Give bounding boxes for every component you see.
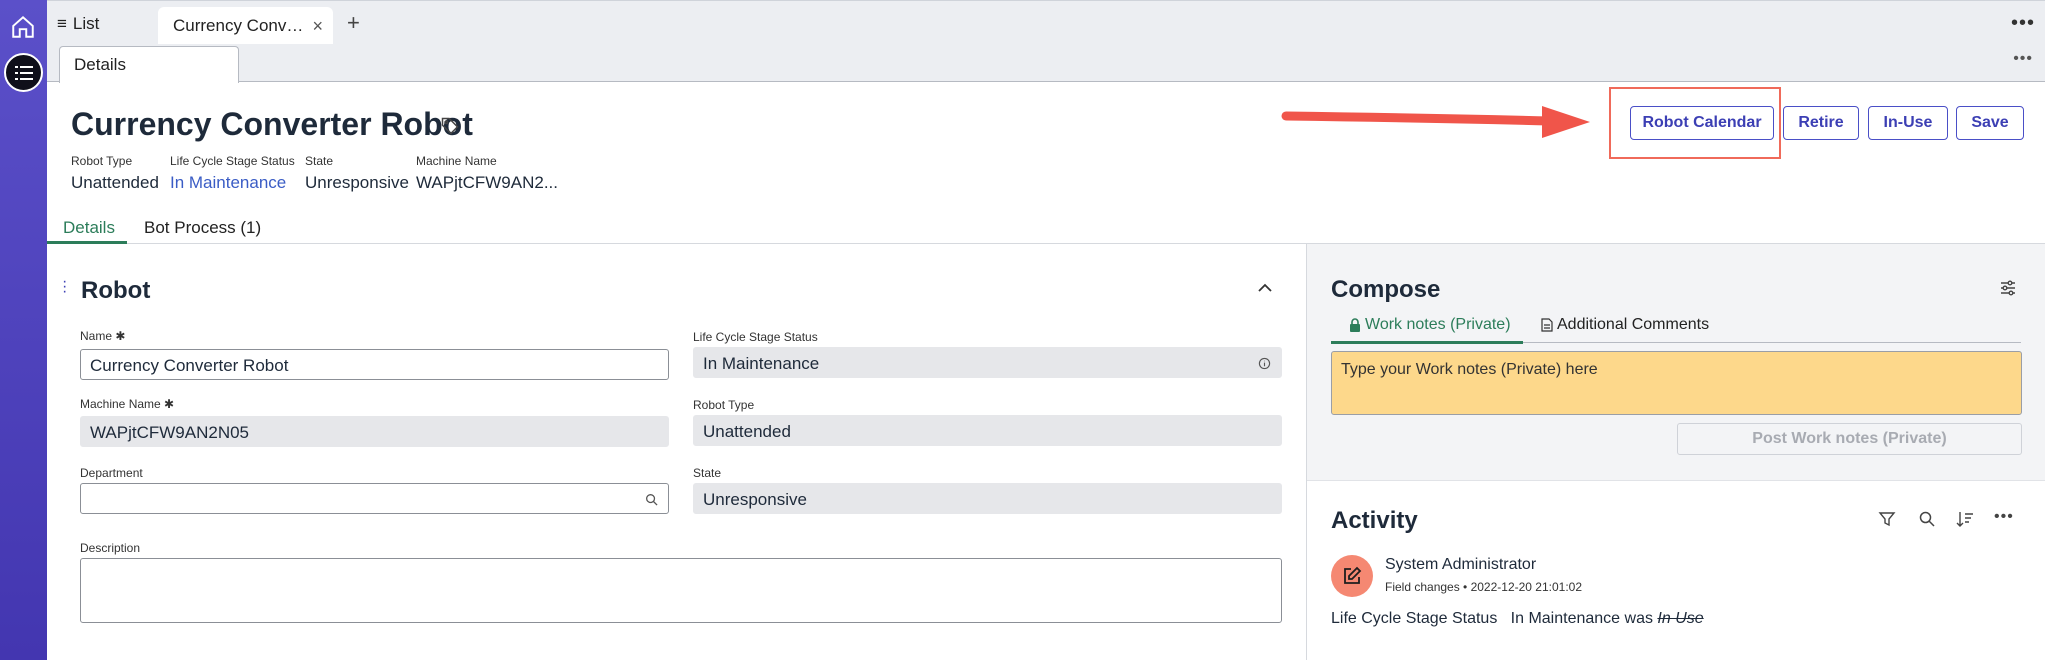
description-field[interactable] — [80, 558, 1282, 623]
machine-name-field: WAPjtCFW9AN2N05 — [80, 416, 669, 447]
in-use-button[interactable]: In-Use — [1868, 106, 1948, 140]
state-label: State — [693, 466, 722, 480]
more-icon[interactable]: ••• — [1994, 508, 2014, 526]
list-icon — [14, 65, 33, 80]
meta-label: Machine Name — [416, 154, 497, 168]
sub-tab-bar: Details ••• — [47, 44, 2045, 83]
tab-work-notes[interactable]: Work notes (Private) — [1349, 316, 1511, 334]
tab-label: Currency Converter Robot — [173, 16, 308, 35]
lock-icon — [1350, 318, 1360, 332]
name-label: Name ✱ — [80, 329, 126, 343]
close-icon[interactable]: × — [312, 16, 323, 37]
search-icon[interactable] — [1918, 510, 1936, 528]
tab-bot-process[interactable]: Bot Process (1) — [144, 218, 261, 238]
post-work-notes-button[interactable]: Post Work notes (Private) — [1677, 423, 2022, 455]
meta-label: Life Cycle Stage Status — [170, 154, 295, 168]
tab-details[interactable]: Details — [63, 218, 115, 238]
robot-type-field: Unattended — [693, 415, 1282, 446]
meta-value: Unattended — [71, 173, 159, 192]
tab-list-label: List — [72, 14, 100, 33]
robot-calendar-button[interactable]: Robot Calendar — [1630, 106, 1774, 140]
life-cycle-label: Life Cycle Stage Status — [693, 330, 818, 344]
meta-value: Unresponsive — [305, 173, 409, 192]
meta-value-link[interactable]: In Maintenance — [170, 173, 295, 193]
meta-value: WAPjtCFW9AN2... — [416, 173, 558, 192]
activity-user: System Administrator — [1385, 556, 1537, 573]
search-icon[interactable] — [645, 493, 658, 506]
home-icon[interactable] — [10, 14, 36, 40]
top-tab-bar: ≡ List Currency Converter Robot × + ••• — [47, 0, 2045, 45]
list-nav-button[interactable] — [4, 53, 43, 92]
life-cycle-field: In Maintenance — [693, 347, 1282, 378]
change-new-value: In Maintenance — [1510, 610, 1621, 627]
activity-title: Activity — [1331, 507, 1418, 534]
info-icon[interactable] — [1258, 357, 1271, 370]
compose-title: Compose — [1331, 276, 1441, 303]
more-icon[interactable]: ••• — [2013, 50, 2033, 68]
activity-subtitle: Field changes • 2022-12-20 21:01:02 — [1385, 580, 1583, 594]
department-field[interactable] — [80, 483, 669, 514]
machine-name-label-text: Machine Name — [80, 397, 161, 411]
edit-icon — [1344, 566, 1362, 584]
robot-type-label: Robot Type — [693, 398, 755, 412]
tab-currency-converter-robot[interactable]: Currency Converter Robot × — [158, 7, 333, 45]
hamburger-icon: ≡ — [57, 14, 67, 33]
avatar — [1331, 555, 1373, 597]
name-field[interactable]: Currency Converter Robot — [80, 349, 669, 380]
compose-tab-active-indicator — [1331, 341, 1523, 344]
meta-label: State — [305, 154, 334, 168]
more-icon[interactable]: ••• — [2011, 12, 2035, 35]
life-cycle-value: In Maintenance — [703, 354, 820, 373]
add-tab-icon[interactable]: + — [347, 10, 360, 36]
meta-life-cycle: Life Cycle Stage Status In Maintenance — [170, 154, 295, 193]
work-notes-input[interactable]: Type your Work notes (Private) here — [1331, 351, 2022, 415]
section-title: Robot — [81, 277, 151, 304]
document-icon — [1541, 318, 1553, 332]
change-field: Life Cycle Stage Status — [1331, 610, 1498, 627]
sort-icon[interactable] — [1956, 510, 1974, 528]
state-field: Unresponsive — [693, 483, 1282, 514]
left-rail — [0, 0, 47, 660]
tab-additional-label: Additional Comments — [1557, 316, 1710, 333]
meta-state: State Unresponsive — [305, 154, 409, 193]
annotation-arrow — [1281, 106, 1590, 138]
sub-tab-details[interactable]: Details — [59, 46, 239, 83]
description-label: Description — [80, 541, 141, 555]
activity-change: Life Cycle Stage Status In Maintenance w… — [1331, 610, 1704, 628]
form-tabs: Details Bot Process (1) — [47, 212, 2045, 244]
meta-machine-name: Machine Name WAPjtCFW9AN2... — [416, 154, 558, 193]
settings-sliders-icon[interactable] — [1999, 279, 2017, 297]
tab-additional-comments[interactable]: Additional Comments — [1541, 316, 1709, 334]
change-old-value: In Use — [1657, 610, 1704, 627]
machine-name-label: Machine Name ✱ — [80, 397, 175, 411]
save-button[interactable]: Save — [1956, 106, 2024, 140]
retire-button[interactable]: Retire — [1783, 106, 1859, 140]
change-was-word: was — [1624, 610, 1653, 627]
drag-handle-icon[interactable]: · · · — [62, 274, 67, 300]
tag-icon[interactable] — [440, 116, 460, 136]
chevron-up-icon[interactable] — [1257, 281, 1273, 293]
meta-robot-type: Robot Type Unattended — [71, 154, 159, 193]
tab-active-indicator — [47, 241, 127, 244]
page-title: Currency Converter Robot — [71, 106, 473, 142]
tab-work-notes-label: Work notes (Private) — [1365, 316, 1511, 333]
tab-list[interactable]: ≡ List — [57, 11, 99, 37]
meta-label: Robot Type — [71, 154, 133, 168]
department-label: Department — [80, 466, 143, 480]
name-label-text: Name — [80, 329, 113, 343]
filter-icon[interactable] — [1878, 510, 1896, 528]
